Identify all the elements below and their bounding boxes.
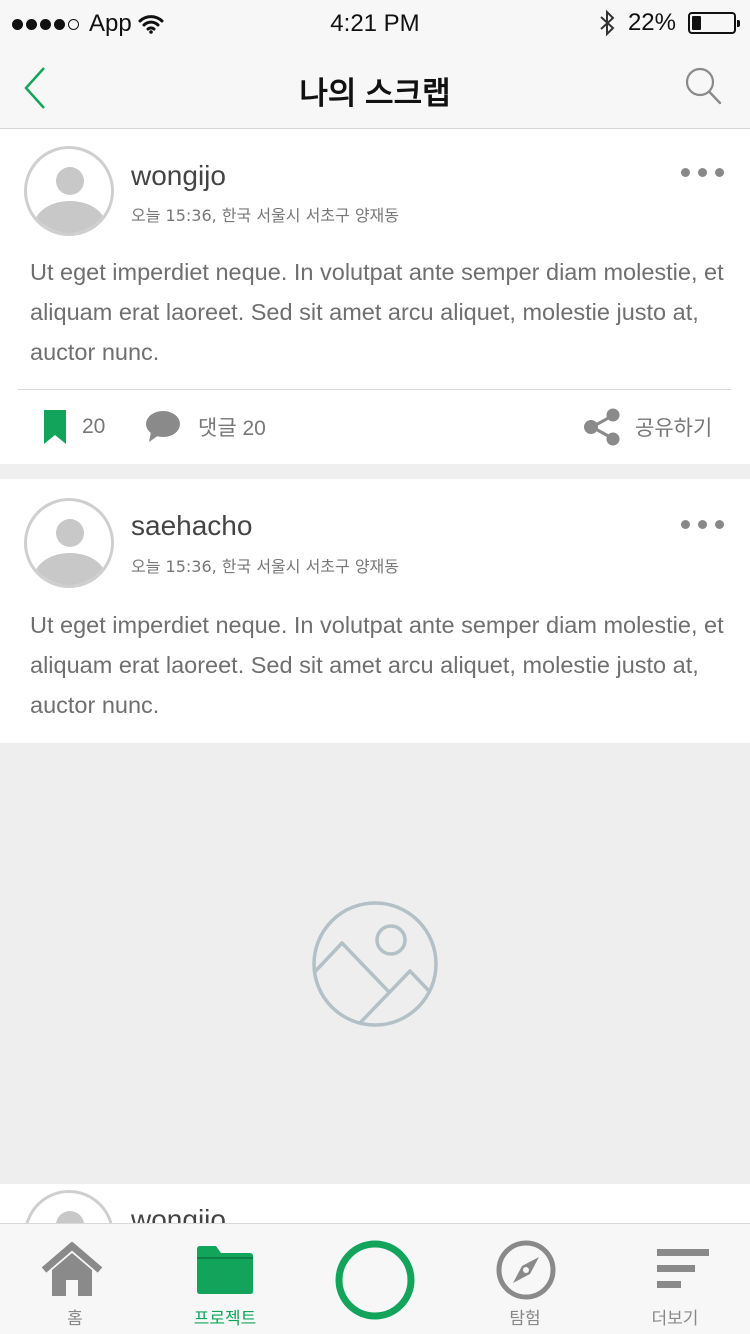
comment-button[interactable]: 댓글 20 bbox=[145, 390, 266, 464]
tab-label: 탐험 bbox=[509, 1309, 541, 1329]
search-button[interactable] bbox=[684, 66, 724, 108]
menu-lines-icon bbox=[657, 1249, 709, 1288]
more-dots-icon bbox=[681, 520, 690, 529]
bookmark-icon bbox=[44, 410, 66, 444]
share-icon bbox=[584, 408, 620, 446]
tab-record[interactable] bbox=[300, 1224, 450, 1334]
tab-label: 더보기 bbox=[651, 1309, 699, 1329]
avatar[interactable] bbox=[24, 146, 114, 236]
tab-label: 프로젝트 bbox=[193, 1309, 257, 1329]
post-body: Ut eget imperdiet neque. In volutpat ant… bbox=[30, 612, 724, 718]
avatar[interactable] bbox=[24, 498, 114, 588]
post-body: Ut eget imperdiet neque. In volutpat ant… bbox=[30, 259, 724, 365]
folder-icon bbox=[197, 1246, 253, 1294]
bookmark-button[interactable]: 20 bbox=[44, 390, 105, 464]
share-button[interactable]: 공유하기 bbox=[583, 390, 712, 464]
post-username[interactable]: wongijo bbox=[131, 1204, 226, 1224]
tab-home[interactable]: 홈 bbox=[0, 1224, 150, 1334]
image-placeholder-icon bbox=[312, 901, 438, 1027]
post-username[interactable]: wongijo bbox=[131, 160, 226, 192]
tab-project[interactable]: 프로젝트 bbox=[150, 1224, 300, 1334]
tab-bar: 홈 프로젝트 탐험 더보기 bbox=[0, 1223, 750, 1334]
search-icon bbox=[685, 67, 722, 105]
share-label: 공유하기 bbox=[635, 417, 713, 440]
post-username[interactable]: saehacho bbox=[131, 510, 252, 542]
tab-explore[interactable]: 탐험 bbox=[450, 1224, 600, 1334]
post-card: wongijo bbox=[0, 1184, 750, 1224]
post-card: wongijo 오늘 15:36, 한국 서울시 서초구 양재동 Ut eget… bbox=[0, 129, 750, 464]
tab-more[interactable]: 더보기 bbox=[600, 1224, 750, 1334]
home-icon bbox=[41, 1242, 103, 1296]
comment-icon bbox=[146, 411, 180, 442]
status-bar: App 4:21 PM 22% bbox=[0, 0, 750, 48]
post-card: saehacho 오늘 15:36, 한국 서울시 서초구 양재동 Ut ege… bbox=[0, 479, 750, 743]
comment-label: 댓글 20 bbox=[198, 417, 266, 440]
bookmark-count: 20 bbox=[82, 415, 106, 438]
avatar[interactable] bbox=[24, 1190, 114, 1224]
post-actions: 20 댓글 20 공유하기 bbox=[18, 389, 731, 463]
post-meta: 오늘 15:36, 한국 서울시 서초구 양재동 bbox=[131, 557, 399, 576]
more-options-button[interactable] bbox=[681, 520, 724, 529]
record-ring-icon bbox=[335, 1240, 415, 1320]
more-options-button[interactable] bbox=[681, 168, 724, 177]
more-dots-icon bbox=[681, 168, 690, 177]
page-title: 나의 스크랩 bbox=[299, 76, 451, 111]
post-meta: 오늘 15:36, 한국 서울시 서초구 양재동 bbox=[131, 206, 399, 225]
tab-label: 홈 bbox=[67, 1309, 83, 1329]
battery-percent: 22% bbox=[627, 9, 676, 36]
bluetooth-icon bbox=[600, 9, 615, 37]
compass-icon bbox=[496, 1240, 556, 1300]
battery-icon bbox=[688, 12, 740, 34]
navigation-bar: 나의 스크랩 bbox=[0, 48, 750, 129]
